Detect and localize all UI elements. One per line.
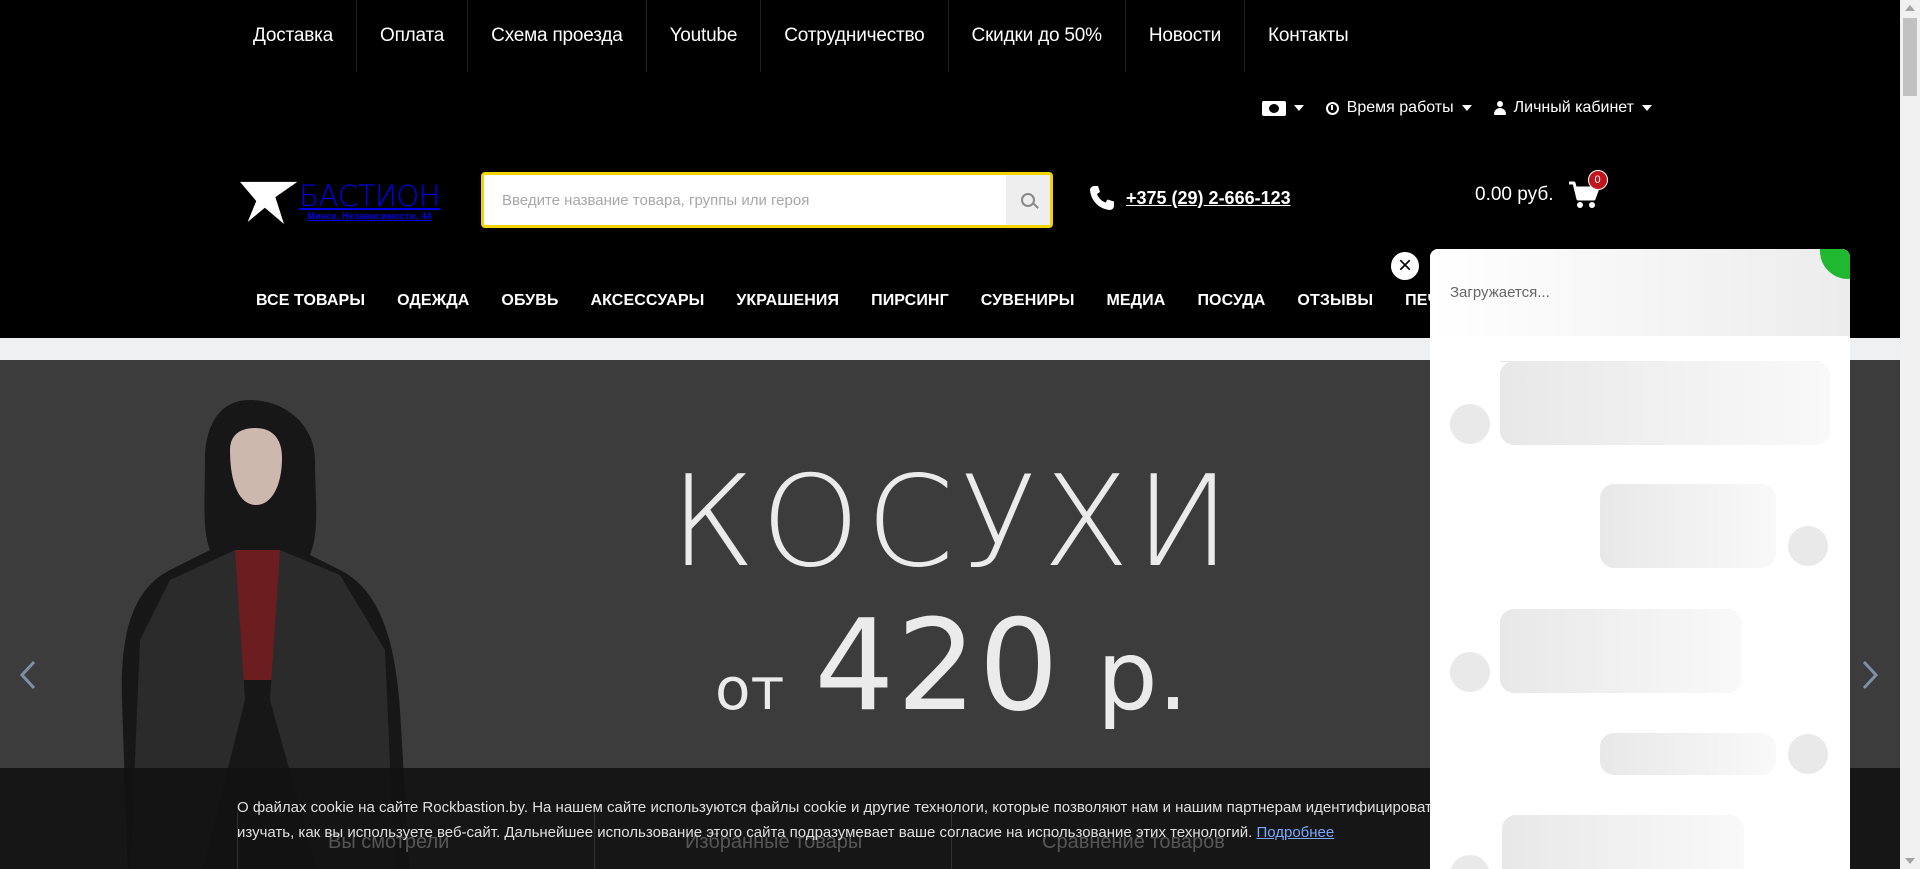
scroll-up-icon[interactable] [1905, 5, 1915, 11]
cookie-text: О файлах cookie на сайте Rockbastion.by.… [237, 795, 1437, 845]
chat-widget: Загружается... [1430, 249, 1850, 869]
top-link-payment[interactable]: Оплата [357, 0, 469, 72]
currency-dropdown[interactable] [1261, 100, 1304, 116]
nav-reviews[interactable]: ОТЗЫВЫ [1281, 280, 1389, 322]
chat-avatar-placeholder [1788, 526, 1828, 566]
search-box [481, 172, 1053, 228]
chevron-down-icon [1293, 105, 1304, 111]
nav-shoes[interactable]: ОБУВЬ [485, 280, 574, 322]
cart-count-badge: 0 [1587, 170, 1608, 190]
banner-price-currency: р. [1096, 620, 1189, 732]
main-nav: ВСЕ ТОВАРЫ ОДЕЖДА ОБУВЬ АКСЕССУАРЫ УКРАШ… [240, 280, 1487, 322]
phone-link[interactable]: +375 (29) 2-666-123 [1126, 188, 1291, 209]
nav-media[interactable]: МЕДИА [1090, 280, 1181, 322]
chat-avatar-placeholder [1450, 404, 1490, 444]
search-input[interactable] [484, 175, 1006, 225]
cart[interactable]: 0.00 руб. 0 [1475, 170, 1608, 210]
chat-message-placeholder [1600, 484, 1776, 568]
user-icon [1493, 101, 1506, 115]
working-hours-dropdown[interactable]: Время работы [1325, 99, 1472, 117]
top-link-directions[interactable]: Схема проезда [468, 0, 647, 72]
slider-prev-arrow-icon[interactable] [18, 660, 38, 690]
chat-avatar-placeholder [1450, 855, 1490, 869]
nav-jewelry[interactable]: УКРАШЕНИЯ [720, 280, 855, 322]
nav-tableware[interactable]: ПОСУДА [1181, 280, 1281, 322]
cookie-line-1: О файлах cookie на сайте Rockbastion.by.… [237, 799, 1437, 816]
top-link-youtube[interactable]: Youtube [647, 0, 762, 72]
utility-bar: Время работы Личный кабинет [1261, 94, 1652, 122]
star-logo-icon [240, 181, 298, 224]
banner-price: от 420 р. [715, 592, 1188, 739]
cookie-line-2: изучать, как вы используете веб-сайт. Да… [237, 824, 1253, 841]
money-icon [1261, 100, 1286, 116]
top-link-contacts[interactable]: Контакты [1245, 0, 1371, 72]
search-icon [1021, 193, 1035, 207]
nav-accessories[interactable]: АКСЕССУАРЫ [574, 280, 720, 322]
banner-price-prefix: от [715, 655, 785, 723]
nav-souvenirs[interactable]: СУВЕНИРЫ [965, 280, 1091, 322]
nav-all-goods[interactable]: ВСЕ ТОВАРЫ [240, 280, 381, 322]
cart-total: 0.00 руб. [1475, 184, 1554, 205]
nav-piercing[interactable]: ПИРСИНГ [855, 280, 965, 322]
top-link-cooperation[interactable]: Сотрудничество [761, 0, 949, 72]
chat-message-placeholder [1500, 361, 1830, 445]
banner-price-value: 420 [814, 592, 1061, 739]
cookie-more-link[interactable]: Подробнее [1256, 824, 1334, 841]
logo-address: Минск, Независимости, 44 [307, 211, 432, 221]
top-links-bar: Доставка Оплата Схема проезда Youtube Со… [240, 0, 1371, 72]
chat-avatar-placeholder [1450, 652, 1490, 692]
phone-icon [1090, 186, 1114, 210]
chat-header: Загружается... [1430, 249, 1850, 336]
account-label: Личный кабинет [1513, 99, 1634, 116]
chat-message-placeholder [1502, 815, 1744, 869]
banner-title: КОСУХИ [670, 448, 1237, 595]
top-link-discounts[interactable]: Скидки до 50% [949, 0, 1126, 72]
cart-icon: 0 [1568, 170, 1608, 210]
scroll-down-icon[interactable] [1905, 858, 1915, 864]
account-dropdown[interactable]: Личный кабинет [1493, 99, 1652, 117]
scroll-thumb[interactable] [1903, 18, 1917, 96]
page: Доставка Оплата Схема проезда Youtube Со… [0, 0, 1920, 869]
page-scrollbar[interactable] [1900, 0, 1920, 869]
top-link-delivery[interactable]: Доставка [240, 0, 357, 72]
chat-message-placeholder [1500, 609, 1742, 693]
chevron-down-icon [1461, 105, 1472, 111]
chevron-down-icon [1642, 105, 1652, 111]
working-hours-label: Время работы [1346, 99, 1454, 116]
top-link-news[interactable]: Новости [1126, 0, 1246, 72]
slider-next-arrow-icon[interactable] [1860, 660, 1880, 690]
clock-icon [1325, 101, 1339, 115]
chat-message-placeholder [1600, 733, 1776, 775]
phone-block: +375 (29) 2-666-123 [1088, 184, 1291, 212]
chat-loading-text: Загружается... [1450, 284, 1550, 301]
chat-avatar-placeholder [1788, 734, 1828, 774]
logo-name: БАСТИОН [299, 179, 440, 213]
nav-clothing[interactable]: ОДЕЖДА [381, 280, 485, 322]
search-button[interactable] [1006, 175, 1050, 225]
site-logo[interactable]: БАСТИОН Минск, Независимости, 44 [240, 175, 440, 227]
chat-close-button[interactable]: × [1389, 250, 1421, 282]
close-icon: × [1397, 252, 1412, 279]
